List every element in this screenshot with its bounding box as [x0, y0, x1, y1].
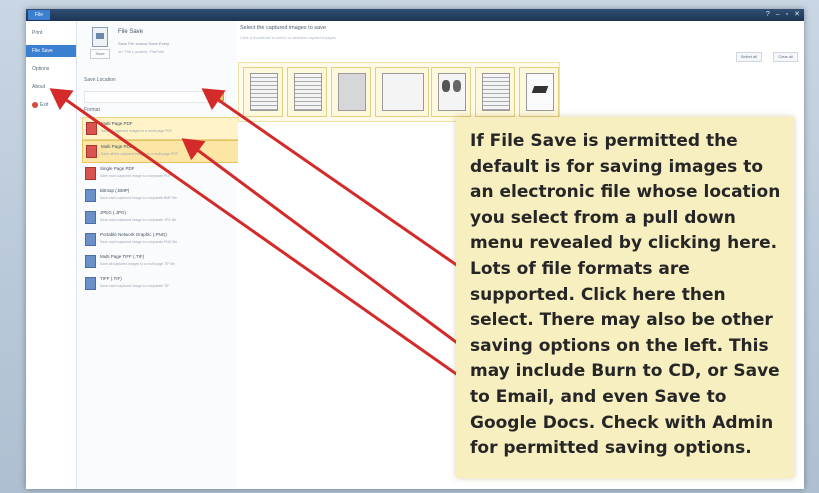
screenshot-frame: File ? – ▫ ✕ Print File Save Options Abo… — [0, 0, 819, 493]
arrow-to-left-nav — [49, 88, 463, 380]
annotation-callout: If File Save is permitted the default is… — [456, 117, 794, 478]
arrow-to-folder-browse — [201, 88, 459, 268]
callout-text: If File Save is permitted the default is… — [470, 131, 781, 459]
